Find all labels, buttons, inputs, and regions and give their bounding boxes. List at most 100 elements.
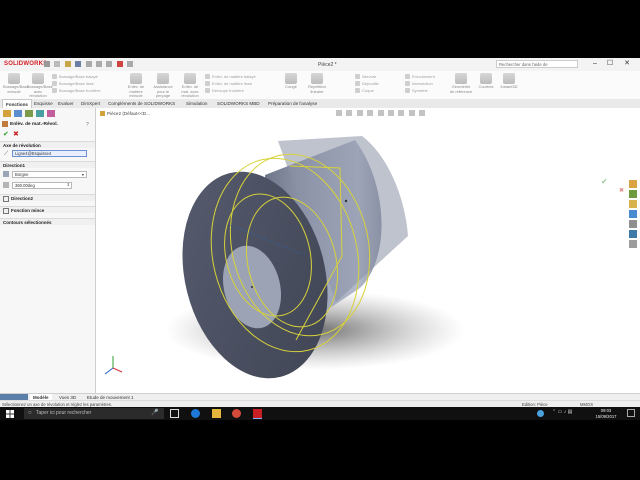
file-explorer-taskbar-icon[interactable] <box>212 409 221 418</box>
options-icon[interactable] <box>127 61 134 67</box>
tray-icons[interactable]: ⌃ ▭ ♪ ▤ <box>552 409 572 415</box>
wrap-button[interactable]: Enroulement <box>405 73 450 80</box>
select-icon[interactable] <box>106 61 113 67</box>
end-condition-select[interactable]: Borgne ▾ <box>12 171 87 178</box>
display-manager-icon[interactable] <box>47 110 55 117</box>
tab-features[interactable]: Fonctions <box>2 99 32 108</box>
feature-title: Enlèv. de mat.-Révol. <box>2 120 93 129</box>
graphics-area[interactable]: Pièce2 (Défaut<<D... ✔ ✖ ↻ <box>96 108 640 393</box>
property-manager: Enlèv. de mat.-Révol. ? ✔ ✖ Axe de révol… <box>0 108 96 393</box>
extruded-cut-button[interactable]: Enlèv. de matière extrudé <box>125 73 147 98</box>
direction2-checkbox[interactable] <box>3 195 9 202</box>
mirror-icon <box>405 88 410 94</box>
feature-title-text: Enlèv. de mat.-Révol. <box>10 122 58 127</box>
help-search-input[interactable]: Rechercher dans l'aide de SOLIDWORKS <box>496 60 578 75</box>
configuration-manager-icon[interactable] <box>25 110 33 117</box>
thin-feature-checkbox[interactable] <box>3 207 9 214</box>
new-document-icon[interactable] <box>54 61 61 67</box>
ok-check-icon[interactable]: ✔ <box>3 130 9 138</box>
direction2-section-header[interactable]: Direction2 <box>0 194 95 202</box>
rib-button[interactable]: Nervure <box>355 73 395 80</box>
tab-analysis-preparation[interactable]: Préparation de l'analyse <box>265 99 320 108</box>
print-icon[interactable] <box>85 61 92 67</box>
chrome-icon[interactable] <box>232 409 241 418</box>
hole-wizard-button[interactable]: Assistance pour le perçage <box>150 73 176 98</box>
lofted-boss-button[interactable]: Bossage/Base lissé <box>52 80 122 87</box>
mirror-button[interactable]: Symétrie <box>405 87 450 94</box>
lofted-cut-button[interactable]: Enlèv. de matière lissé <box>205 80 275 87</box>
angle-input[interactable]: 360.00deg ⇕ <box>12 182 72 189</box>
title-bar: SOLIDWORKS Pièce2 * Rechercher dans l'ai… <box>0 58 640 75</box>
start-windows-icon[interactable] <box>6 410 14 418</box>
angle-icon <box>3 182 9 188</box>
selected-contours-section-header[interactable]: Contours sélectionnés <box>0 218 95 225</box>
search-icon: ○ <box>28 410 32 416</box>
reference-geometry-button[interactable]: Géométrie de référence <box>449 73 473 97</box>
taskbar-search-input[interactable]: Taper ici pour rechercher <box>24 408 164 419</box>
axis-selection-field[interactable]: Ligne4@Esquisse4 <box>12 150 87 157</box>
end-condition-value: Borgne <box>15 172 29 177</box>
edge-browser-icon[interactable] <box>191 409 200 418</box>
home-icon[interactable] <box>44 61 50 67</box>
rebuild-icon[interactable] <box>116 61 123 67</box>
linear-pattern-button[interactable]: Répétition linéaire <box>304 73 330 97</box>
boundary-cut-button[interactable]: Découpe frontière <box>205 87 275 94</box>
solidworks-taskbar-icon[interactable] <box>253 409 262 419</box>
revolved-boss-button[interactable]: Bossage/Base avec révolution <box>27 73 53 98</box>
fillet-button[interactable]: Congé <box>280 73 302 97</box>
tab-dimxpert[interactable]: DimXpert <box>78 99 103 108</box>
tab-evaluate[interactable]: Evaluer <box>55 99 77 108</box>
tab-solidworks-addins[interactable]: Compléments de SOLIDWORKS <box>105 99 178 108</box>
label: Coque <box>362 88 374 93</box>
dimxpert-manager-icon[interactable] <box>36 110 44 117</box>
tab-solidworks-mbd[interactable]: SOLIDWORKS MBD <box>214 99 263 108</box>
microphone-icon[interactable]: 🎤 <box>151 409 158 416</box>
minimize-icon[interactable]: – <box>590 59 600 69</box>
wrap-icon <box>405 74 410 80</box>
curves-button[interactable]: Courbes <box>475 73 497 97</box>
open-icon[interactable] <box>64 61 71 67</box>
maximize-icon[interactable]: ☐ <box>605 59 615 69</box>
features-small-group-2: Enroulement Intersection Symétrie <box>405 73 450 97</box>
direction1-section-header[interactable]: Direction1 <box>0 161 95 168</box>
cut-small-group: Enlèv. de matière balayé Enlèv. de matiè… <box>205 73 275 97</box>
intersect-button[interactable]: Intersection <box>405 80 450 87</box>
origin-point <box>344 199 348 203</box>
rib-icon <box>355 74 360 80</box>
undo-icon[interactable] <box>95 61 102 67</box>
button-label: Courbes <box>478 84 494 89</box>
boundary-icon <box>52 88 57 94</box>
feature-tree-icon[interactable] <box>3 110 11 117</box>
swept-boss-button[interactable]: Bossage/Base balayé <box>52 73 122 80</box>
extrude-cut-icon <box>130 73 142 84</box>
instant3d-button[interactable]: Instant3D <box>498 73 520 97</box>
notifications-icon[interactable] <box>627 409 635 417</box>
part-model[interactable] <box>96 108 640 393</box>
tab-sketch[interactable]: Esquisse <box>31 99 56 108</box>
cancel-x-icon[interactable]: ✖ <box>13 130 19 138</box>
reverse-direction-icon[interactable] <box>3 171 9 177</box>
extruded-boss-button[interactable]: Bossage/Base extrudé <box>3 73 29 97</box>
spin-arrows-icon[interactable]: ⇕ <box>67 182 70 188</box>
draft-button[interactable]: Dépouille <box>355 80 395 87</box>
thin-feature-section-header[interactable]: Fonction mince <box>0 206 95 214</box>
help-icon[interactable]: ? <box>86 122 89 128</box>
revolved-cut-button[interactable]: Enlèv. de mat. avec révolution <box>179 73 201 98</box>
tab-simulation[interactable]: Simulation <box>183 99 210 108</box>
swept-cut-button[interactable]: Enlèv. de matière balayé <box>205 73 275 80</box>
axis-section-header[interactable]: Axe de révolution <box>0 141 95 148</box>
taskbar-clock[interactable]: 09:03 15/09/2017 <box>590 408 622 419</box>
solidworks-logo[interactable]: SOLIDWORKS <box>4 61 47 67</box>
loft-icon <box>52 81 57 87</box>
boundary-boss-button[interactable]: Bossage/Base frontière <box>52 87 122 94</box>
property-manager-icon[interactable] <box>14 110 22 117</box>
button-label: Assistance pour le perçage <box>153 84 173 98</box>
close-icon[interactable]: ✕ <box>622 59 632 69</box>
label: Dépouille <box>362 81 379 86</box>
button-label: Enlèv. de matière extrudé <box>127 84 145 98</box>
help-tray-icon[interactable] <box>537 410 544 417</box>
shell-button[interactable]: Coque <box>355 87 395 94</box>
save-icon[interactable] <box>75 61 82 67</box>
label: Découpe frontière <box>212 88 244 93</box>
task-view-icon[interactable] <box>170 409 179 418</box>
